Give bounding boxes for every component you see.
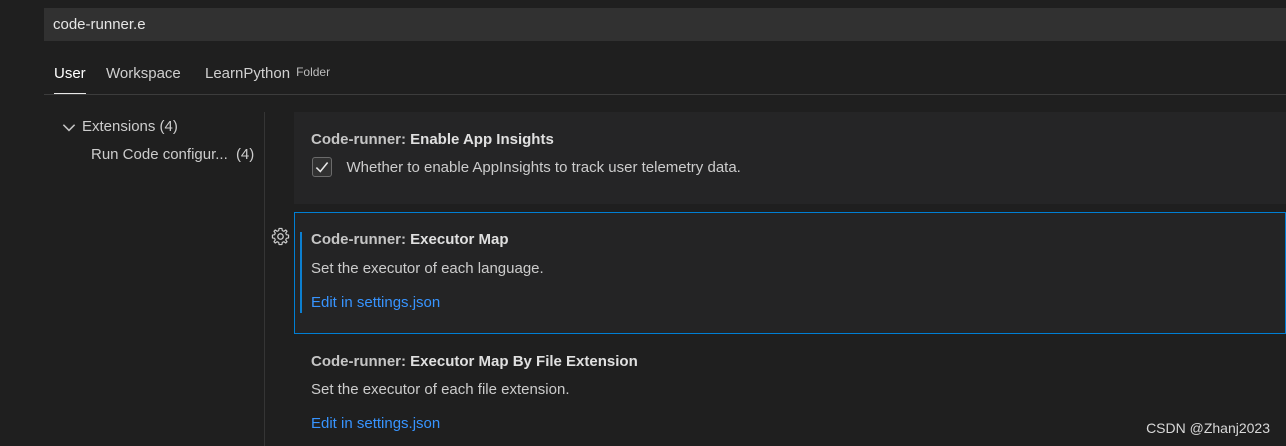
toc-divider[interactable] [264, 112, 265, 446]
settings-search-input[interactable]: code-runner.e [44, 8, 1286, 41]
setting-title: Code-runner: Enable App Insights [311, 131, 554, 148]
setting-title: Code-runner: Executor Map [311, 231, 509, 248]
setting-description: Whether to enable AppInsights to track u… [346, 158, 741, 176]
toc-group-count: (4) [159, 118, 178, 135]
edit-in-settings-json-link[interactable]: Edit in settings.json [311, 294, 440, 311]
setting-checkbox-row: Whether to enable AppInsights to track u… [312, 157, 741, 177]
watermark: CSDN @Zhanj2023 [1146, 420, 1270, 436]
toc-group-label: Extensions [82, 118, 156, 135]
tab-folder-hint: Folder [296, 65, 331, 79]
setting-name: Executor Map By File Extension [410, 353, 638, 370]
setting-enable-app-insights[interactable]: Code-runner: Enable App Insights Whether… [294, 112, 1286, 204]
setting-category: Code-runner: [311, 353, 411, 370]
toc-item-run-code-configuration[interactable]: Run Code configur... (4) [91, 142, 254, 168]
scope-tabs: User Workspace LearnPython Folder [44, 56, 1286, 95]
setting-description: Set the executor of each file extension. [311, 381, 570, 398]
focused-setting-indicator [300, 232, 302, 313]
setting-category: Code-runner: [311, 231, 411, 248]
tab-folder-learnpython[interactable]: LearnPython Folder [205, 56, 330, 93]
chevron-down-icon[interactable] [60, 118, 78, 136]
search-value[interactable]: code-runner.e [53, 16, 146, 33]
settings-editor: code-runner.e User Workspace LearnPython… [0, 0, 1286, 446]
setting-executor-map-by-file-extension[interactable]: Code-runner: Executor Map By File Extens… [294, 342, 1286, 446]
setting-name: Enable App Insights [410, 131, 554, 148]
tab-workspace[interactable]: Workspace [106, 56, 181, 93]
toc-item-count: (4) [235, 146, 255, 163]
setting-title: Code-runner: Executor Map By File Extens… [311, 353, 638, 370]
tab-workspace-label[interactable]: Workspace [106, 65, 181, 82]
setting-executor-map[interactable]: Code-runner: Executor Map Set the execut… [294, 212, 1286, 334]
toc-group-extensions[interactable]: Extensions (4) [60, 114, 178, 140]
tab-folder-label[interactable]: LearnPython [205, 65, 290, 82]
tab-user-label[interactable]: User [54, 65, 86, 82]
setting-category: Code-runner: [311, 131, 411, 148]
settings-list: Code-runner: Enable App Insights Whether… [294, 112, 1286, 446]
toc-item-label: Run Code configur... [91, 146, 228, 163]
edit-in-settings-json-link[interactable]: Edit in settings.json [311, 415, 440, 432]
gear-icon[interactable] [271, 227, 290, 246]
tab-user[interactable]: User [54, 56, 86, 94]
setting-description: Set the executor of each language. [311, 260, 544, 277]
enable-app-insights-checkbox[interactable] [312, 157, 332, 177]
setting-name: Executor Map [410, 231, 509, 248]
check-icon [315, 162, 329, 173]
